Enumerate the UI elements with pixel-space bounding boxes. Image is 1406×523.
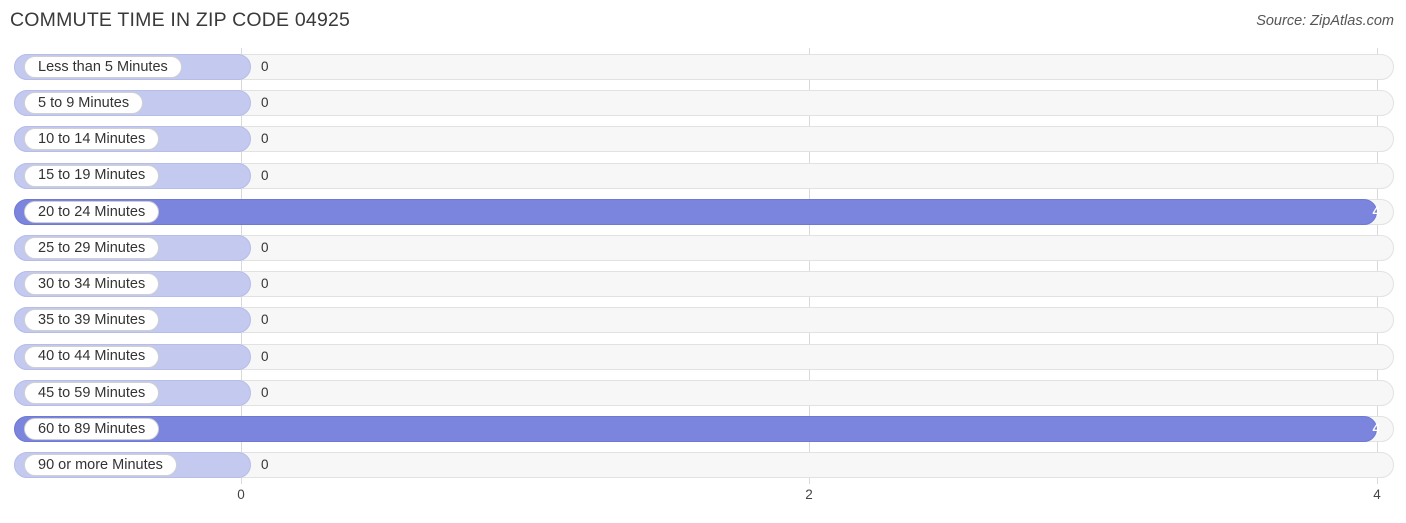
bar-value-label: 0 [261, 131, 269, 147]
category-label-pill: Less than 5 Minutes [24, 56, 182, 78]
bar-row: 25 to 29 Minutes 0 [14, 235, 1394, 261]
category-label: 25 to 29 Minutes [38, 239, 146, 256]
axis-tick-label: 4 [1373, 487, 1381, 502]
bar-value-label: 0 [261, 95, 269, 111]
category-label: 60 to 89 Minutes [38, 420, 146, 437]
category-label-pill: 30 to 34 Minutes [24, 273, 160, 296]
x-axis: 0 2 4 [14, 487, 1394, 509]
category-label: 5 to 9 Minutes [38, 94, 130, 111]
bar-rows: Less than 5 Minutes 0 5 to 9 Minutes 0 10 to… [14, 48, 1394, 484]
axis-tick-label: 0 [237, 487, 245, 502]
bar[interactable] [14, 416, 1377, 442]
category-label: 40 to 44 Minutes [38, 348, 146, 365]
category-label-pill: 20 to 24 Minutes [24, 200, 160, 223]
bar-row: 10 to 14 Minutes 0 [14, 126, 1394, 153]
bar-row: Less than 5 Minutes 0 [14, 54, 1394, 80]
bar-value-label: 0 [261, 59, 269, 74]
bar-row: 60 to 89 Minutes 4 [14, 416, 1394, 442]
bar-value-label: 4 [1372, 421, 1380, 436]
category-label-pill: 60 to 89 Minutes [24, 418, 160, 440]
category-label-pill: 10 to 14 Minutes [24, 128, 160, 151]
bar-row: 20 to 24 Minutes 4 [14, 198, 1394, 225]
bar-value-label: 0 [261, 348, 269, 364]
bar-row: 30 to 34 Minutes 0 [14, 271, 1394, 298]
category-label-pill: 90 or more Minutes [24, 454, 177, 477]
page-title: COMMUTE TIME IN ZIP CODE 04925 [10, 9, 351, 31]
bar-value-label: 4 [1372, 203, 1380, 219]
category-label-pill: 5 to 9 Minutes [24, 92, 144, 115]
bar-value-label: 0 [261, 312, 269, 328]
bar-value-label: 0 [261, 167, 269, 183]
bar-value-label: 0 [261, 240, 269, 255]
bar-row: 45 to 59 Minutes 0 [14, 379, 1394, 406]
category-label-pill: 40 to 44 Minutes [24, 345, 160, 368]
bar-row: 15 to 19 Minutes 0 [14, 162, 1394, 189]
category-label-pill: 15 to 19 Minutes [24, 164, 160, 187]
bar-row: 40 to 44 Minutes 0 [14, 343, 1394, 370]
category-label-pill: 45 to 59 Minutes [24, 381, 160, 404]
bar-value-label: 0 [261, 276, 269, 292]
category-label-pill: 25 to 29 Minutes [24, 237, 160, 259]
plot-area: Less than 5 Minutes 0 5 to 9 Minutes 0 10 to… [14, 48, 1394, 484]
category-label: 15 to 19 Minutes [38, 167, 146, 184]
category-label: Less than 5 Minutes [38, 58, 168, 75]
chart-container: COMMUTE TIME IN ZIP CODE 04925 Source: Z… [0, 0, 1406, 523]
source-attribution: Source: ZipAtlas.com [1256, 13, 1394, 29]
category-label: 45 to 59 Minutes [38, 384, 146, 401]
bar[interactable] [14, 198, 1377, 225]
bar-row: 5 to 9 Minutes 0 [14, 90, 1394, 117]
bar-value-label: 0 [261, 457, 269, 473]
axis-tick-label: 2 [805, 487, 813, 502]
category-label: 35 to 39 Minutes [38, 312, 146, 329]
category-label-pill: 35 to 39 Minutes [24, 309, 160, 332]
bar-row: 90 or more Minutes 0 [14, 452, 1394, 479]
category-label: 10 to 14 Minutes [38, 131, 146, 148]
bar-value-label: 0 [261, 384, 269, 400]
category-label: 90 or more Minutes [38, 456, 163, 473]
bar-row: 35 to 39 Minutes 0 [14, 307, 1394, 334]
category-label: 30 to 34 Minutes [38, 275, 146, 292]
category-label: 20 to 24 Minutes [38, 203, 146, 220]
